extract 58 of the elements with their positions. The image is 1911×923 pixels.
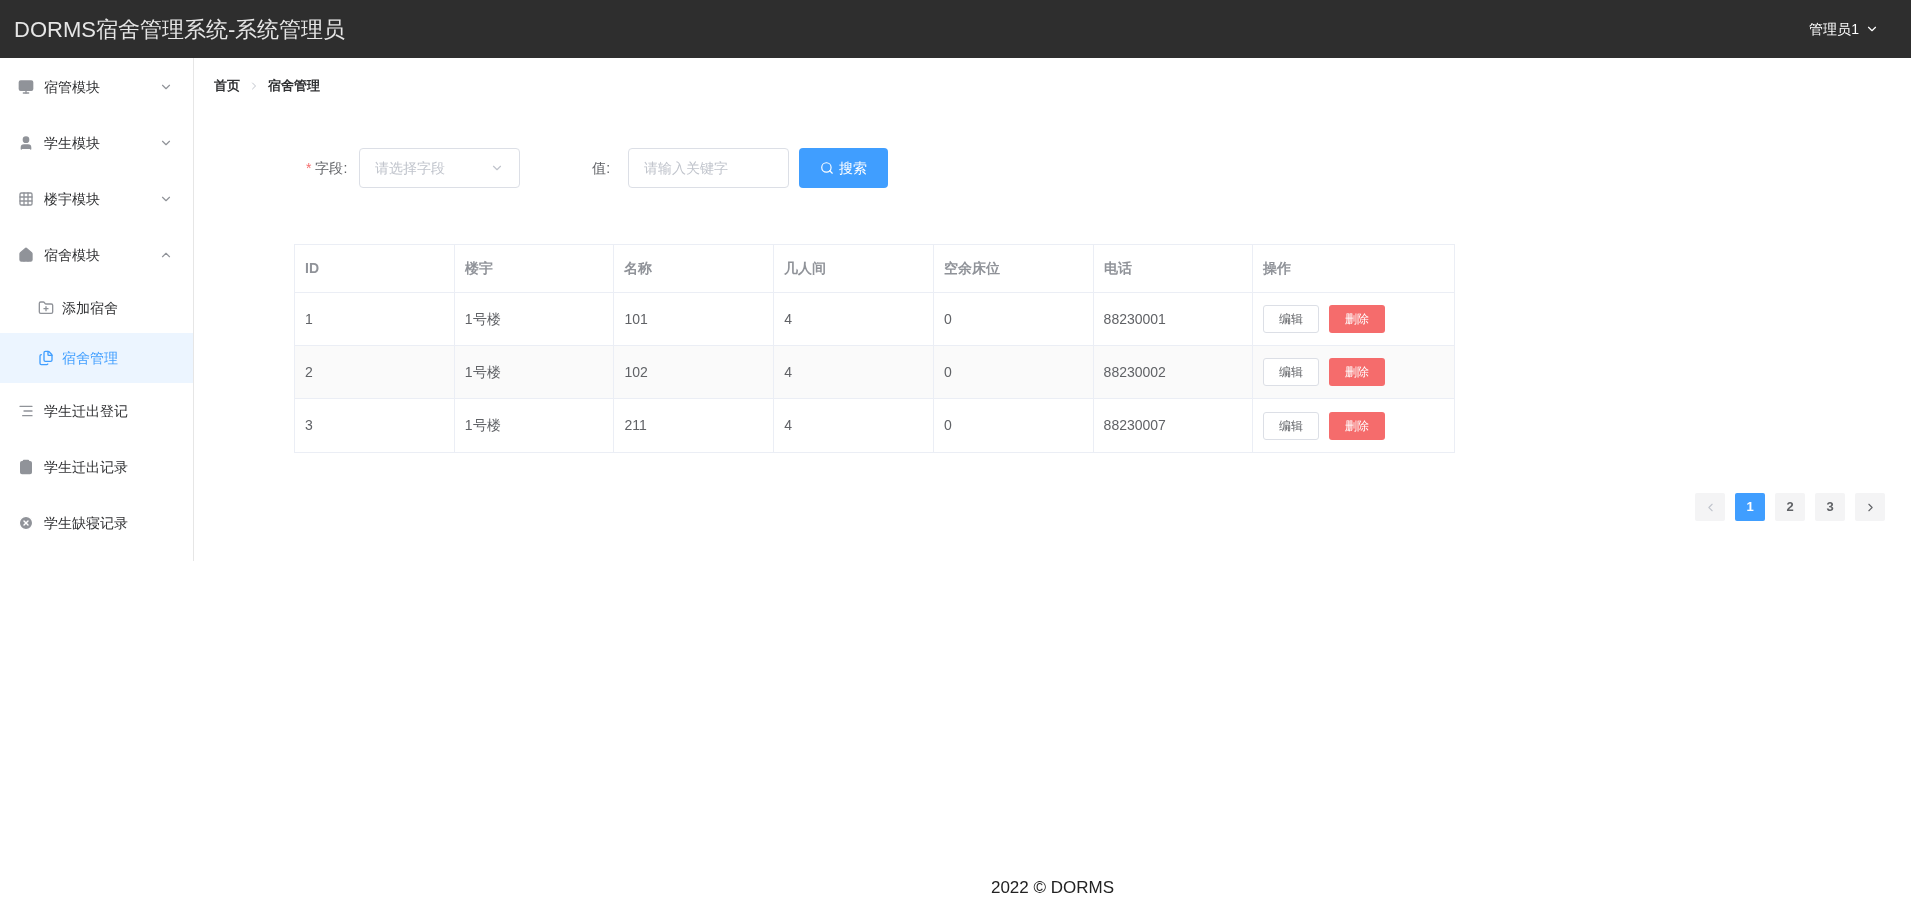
column-header: 空余床位 <box>943 259 1000 278</box>
next-page-button[interactable] <box>1855 493 1885 521</box>
folder-plus-icon <box>38 300 54 316</box>
column-header: 名称 <box>624 259 653 278</box>
sidebar-item[interactable]: 学生迁出记录 <box>0 439 193 495</box>
search-icon <box>820 161 835 175</box>
grid-icon <box>18 191 34 207</box>
table-cell-text: 2 <box>305 362 313 382</box>
edit-button[interactable]: 编辑 <box>1263 411 1320 440</box>
submenu-item[interactable]: 添加宿舍 <box>0 283 193 333</box>
table-cell-text: 0 <box>943 362 952 382</box>
column-header: 电话 <box>1103 259 1132 278</box>
keyword-field[interactable]: 请输入关键字 <box>628 148 790 188</box>
sidebar-item[interactable]: 学生迁出登记 <box>0 383 193 439</box>
column-header: 楼宇 <box>464 259 493 278</box>
value-label: 值: <box>592 158 611 178</box>
sidebar-item[interactable]: 学生模块 <box>0 115 193 171</box>
table-cell-text: 4 <box>784 309 792 329</box>
table-cell-text: 0 <box>943 416 952 435</box>
close-circle-icon <box>18 515 34 531</box>
sidebar-item[interactable]: 宿管模块 <box>0 59 193 115</box>
table-cell-text: 88230001 <box>1103 309 1166 329</box>
table-cell-text: 88230007 <box>1103 416 1166 435</box>
user-icon <box>18 135 34 151</box>
table-cell-text: 1号楼 <box>464 362 501 382</box>
clipboard-icon <box>18 459 34 475</box>
breadcrumb-item[interactable]: 首页 <box>214 76 240 96</box>
column-header: 几人间 <box>784 259 827 278</box>
edit-button[interactable]: 编辑 <box>1263 358 1320 386</box>
app-title: DORMS宿舍管理系统-系统管理员 <box>14 15 347 44</box>
table-cell-text: 102 <box>624 362 648 382</box>
breadcrumb-item[interactable]: 宿舍管理 <box>268 76 320 96</box>
footer-text: 2022 © DORMS <box>990 877 1115 899</box>
table-cell-text: 1号楼 <box>464 309 501 329</box>
column-header: ID <box>305 259 319 278</box>
table-cell-text: 88230002 <box>1103 362 1166 382</box>
table-cell-text: 4 <box>784 362 792 382</box>
user-menu[interactable]: 管理员1 <box>1809 18 1879 40</box>
field-label: 字段: <box>315 158 348 178</box>
home-icon <box>18 247 34 263</box>
edit-button[interactable]: 编辑 <box>1263 305 1320 333</box>
required-mark: * <box>306 158 312 178</box>
lines-icon <box>18 403 34 419</box>
sidebar-item[interactable]: 学生缺寝记录 <box>0 495 193 551</box>
sidebar-item[interactable]: 楼宇模块 <box>0 171 193 227</box>
monitor-icon <box>18 79 34 95</box>
page-button[interactable]: 2 <box>1775 493 1805 521</box>
table-cell-text: 211 <box>624 416 647 435</box>
table-cell-text: 1号楼 <box>464 416 501 435</box>
document-icon <box>38 350 54 366</box>
table-cell-text: 1 <box>305 309 313 329</box>
sidebar-item[interactable]: 宿舍模块 <box>0 227 193 283</box>
table-cell-text: 0 <box>943 309 952 329</box>
table-cell-text: 3 <box>305 416 313 435</box>
table-cell-text: 4 <box>784 416 792 435</box>
page-button[interactable]: 3 <box>1815 493 1845 521</box>
column-header: 操作 <box>1263 259 1292 278</box>
table-cell-text: 101 <box>624 309 648 329</box>
